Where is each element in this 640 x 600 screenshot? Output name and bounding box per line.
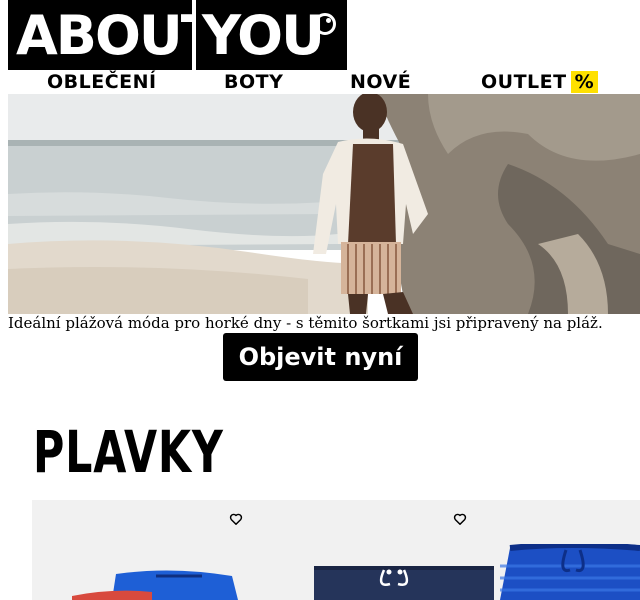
discover-now-button[interactable]: Objevit nyní xyxy=(223,333,418,381)
product-card[interactable] xyxy=(484,500,640,600)
product-carousel xyxy=(32,500,640,600)
product-image xyxy=(500,544,640,600)
heart-icon[interactable] xyxy=(229,512,243,526)
product-card[interactable] xyxy=(32,500,258,600)
logo-text-about: ABOUT xyxy=(16,3,218,67)
section-title: PLAVKY xyxy=(33,418,224,486)
nav-item-obleceni[interactable]: OBLEČENÍ xyxy=(47,71,157,93)
nav-item-outlet[interactable]: OUTLET% xyxy=(481,71,599,93)
product-image xyxy=(72,570,238,600)
product-image xyxy=(314,566,494,600)
hero-image xyxy=(8,94,640,314)
logo-text-you: YOU xyxy=(202,3,325,67)
logo-you: YOU xyxy=(196,0,347,70)
nav-item-nove[interactable]: NOVÉ xyxy=(350,71,411,93)
logo[interactable]: ABOUT YOU xyxy=(8,0,347,70)
nav-item-boty[interactable]: BOTY xyxy=(224,71,283,93)
product-card[interactable] xyxy=(258,500,494,600)
percent-badge: % xyxy=(570,71,599,93)
logo-about: ABOUT xyxy=(8,0,218,70)
heart-icon[interactable] xyxy=(453,512,467,526)
nav-item-outlet-label: OUTLET xyxy=(481,71,567,93)
logo-ring-icon xyxy=(314,13,336,35)
main-nav: OBLEČENÍ BOTY NOVÉ OUTLET% xyxy=(0,70,640,94)
hero-caption: Ideální plážová móda pro horké dny - s t… xyxy=(8,314,603,332)
hero-banner[interactable] xyxy=(8,94,640,314)
